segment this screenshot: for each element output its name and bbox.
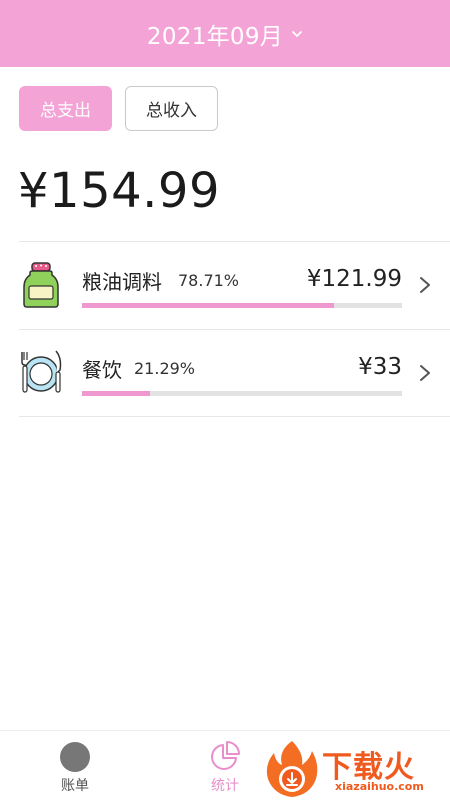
progress-bar-fill xyxy=(82,303,334,308)
nav-label-bills: 账单 xyxy=(61,778,89,794)
nav-item-bills[interactable]: 账单 xyxy=(20,731,130,800)
progress-bar-fill xyxy=(82,391,151,396)
category-percent: 78.71% xyxy=(178,271,240,290)
category-row-dining[interactable]: 餐饮 21.29% ¥33 xyxy=(0,330,450,418)
category-name: 餐饮 xyxy=(82,358,122,382)
condiment-jar-icon xyxy=(23,262,59,308)
chevron-down-icon xyxy=(292,30,302,37)
category-name: 粮油调料 xyxy=(82,270,162,294)
plate-fork-knife-icon xyxy=(21,350,62,393)
category-percent: 21.29% xyxy=(134,359,196,378)
watermark-url: xiazaihuo.com xyxy=(335,780,424,793)
watermark: 下载火 xiazaihuo.com xyxy=(262,737,450,800)
category-amount: ¥33 xyxy=(358,354,402,380)
month-title: 2021年09月 xyxy=(146,23,284,50)
progress-bar-track xyxy=(82,303,402,308)
month-selector[interactable]: 2021年09月 xyxy=(0,0,450,67)
chevron-right-icon xyxy=(420,277,430,293)
bills-icon xyxy=(60,742,90,772)
tab-total-expense[interactable]: 总支出 xyxy=(19,86,112,131)
progress-bar-track xyxy=(82,391,402,396)
tab-total-income[interactable]: 总收入 xyxy=(125,86,218,131)
flame-logo-icon xyxy=(266,741,318,797)
category-row-grain-oil[interactable]: 粮油调料 78.71% ¥121.99 xyxy=(0,242,450,330)
chevron-right-icon xyxy=(420,365,430,381)
pie-chart-icon xyxy=(211,741,240,770)
divider xyxy=(19,416,450,417)
category-amount: ¥121.99 xyxy=(306,266,402,292)
total-amount: ¥154.99 xyxy=(18,163,220,219)
